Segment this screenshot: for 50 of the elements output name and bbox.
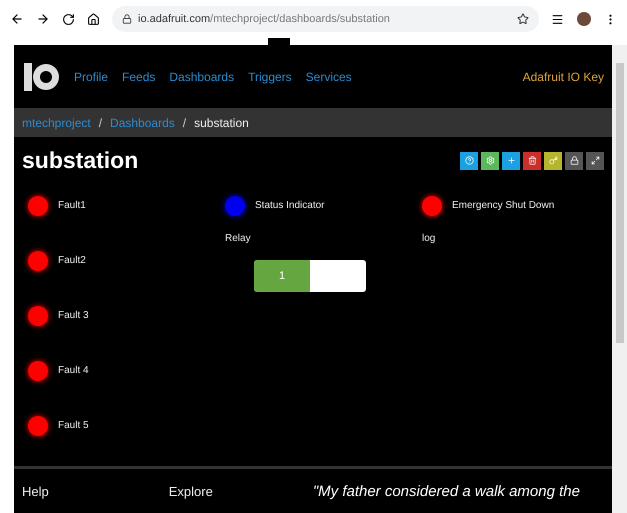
- settings-icon: [486, 156, 494, 165]
- footer-quote: "My father considered a walk among the: [312, 482, 580, 500]
- breadcrumb-current[interactable]: substation: [194, 116, 249, 130]
- lock-icon: [122, 14, 132, 24]
- breadcrumb-link[interactable]: mtechproject: [22, 116, 91, 130]
- log-label: log: [422, 233, 436, 244]
- footer-heading: Help: [22, 484, 49, 498]
- nav-link[interactable]: Profile: [74, 70, 108, 84]
- indicator-label: Fault 5: [58, 420, 89, 431]
- reload-icon[interactable]: [62, 12, 75, 26]
- breadcrumb-separator: /: [182, 116, 186, 130]
- scrollbar-thumb[interactable]: [616, 63, 624, 343]
- expand-icon: [590, 156, 600, 165]
- forward-icon[interactable]: [36, 12, 50, 26]
- profile-avatar-icon[interactable]: [576, 11, 592, 27]
- settings-button[interactable]: [481, 152, 499, 170]
- breadcrumb-link[interactable]: Dashboards: [110, 116, 175, 130]
- footer-heading: Explore: [168, 484, 213, 498]
- breadcrumb-separator: /: [98, 116, 102, 130]
- delete-button[interactable]: [523, 152, 541, 170]
- help-icon: [464, 156, 474, 165]
- add-icon: [506, 156, 516, 165]
- relay-toggle[interactable]: 1: [254, 260, 366, 292]
- nav-link[interactable]: Services: [306, 70, 352, 84]
- nav-link[interactable]: Feeds: [122, 70, 156, 84]
- help-button[interactable]: [460, 152, 478, 170]
- indicator-label: Status Indicator: [255, 200, 324, 211]
- address-bar[interactable]: io.adafruit.com/mtechproject/dashboards/substation: [112, 6, 539, 32]
- home-icon[interactable]: [87, 12, 100, 26]
- nav-link[interactable]: Dashboards: [169, 70, 234, 84]
- api-key-link[interactable]: Adafruit IO Key: [522, 70, 604, 84]
- indicator-label: Fault2: [58, 255, 86, 266]
- delete-icon: [528, 156, 536, 165]
- indicator-label: Fault1: [58, 200, 86, 211]
- back-icon[interactable]: [10, 12, 24, 26]
- lock-button[interactable]: [565, 152, 583, 170]
- scrollbar[interactable]: [612, 45, 627, 513]
- key-button[interactable]: [544, 152, 562, 170]
- indicator-label: Emergency Shut Down: [452, 200, 554, 211]
- key-icon: [548, 156, 558, 165]
- add-button[interactable]: [502, 152, 520, 170]
- indicator-label: Fault 3: [58, 310, 89, 321]
- dashboard-title: substation: [22, 147, 138, 174]
- toggle-label: Relay: [225, 233, 252, 244]
- reading-list-icon[interactable]: [551, 12, 564, 26]
- bookmark-star-icon[interactable]: [517, 13, 529, 25]
- indicator-label: Fault 4: [58, 365, 89, 376]
- expand-button[interactable]: [586, 152, 604, 170]
- nav-link[interactable]: Triggers: [248, 70, 292, 84]
- lock-icon: [570, 156, 578, 165]
